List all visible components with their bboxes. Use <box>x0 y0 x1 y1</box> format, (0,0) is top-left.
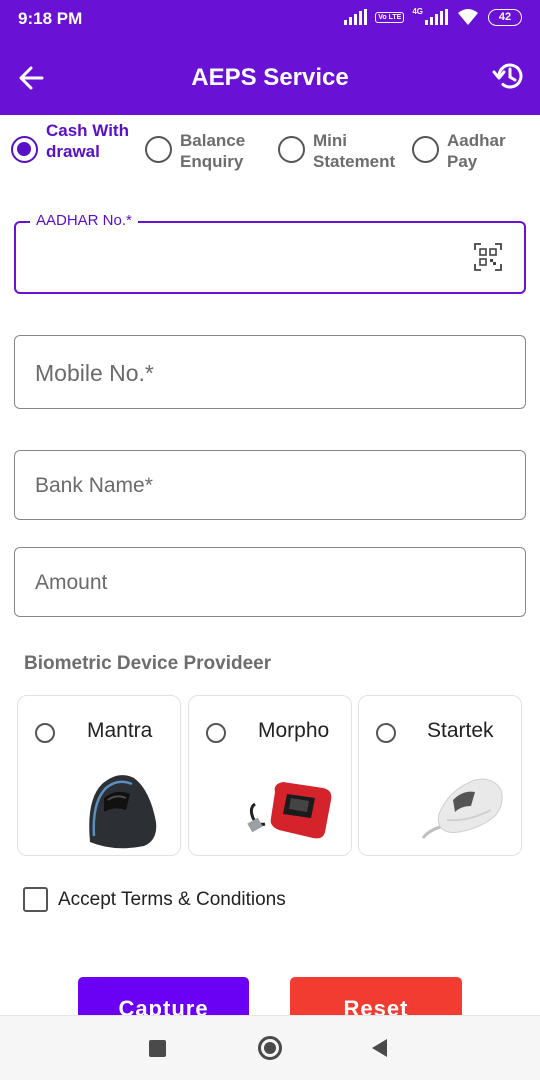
bank-name-placeholder: Bank Name* <box>35 474 153 497</box>
radio-startek[interactable] <box>376 723 396 743</box>
morpho-device-image <box>247 782 332 839</box>
status-icons: Vo LTE 4G 42 <box>344 6 522 26</box>
amount-field[interactable]: Amount <box>14 547 526 617</box>
radio-aadhar-pay[interactable] <box>412 136 439 163</box>
terms-label: Accept Terms & Conditions <box>58 888 286 910</box>
device-card-morpho[interactable]: Morpho <box>188 695 352 856</box>
device-name: Mantra <box>87 719 153 742</box>
mantra-device-image <box>89 775 157 849</box>
aadhar-label: AADHAR No.* <box>30 212 138 229</box>
battery-icon: 42 <box>488 8 522 26</box>
bank-name-field[interactable]: Bank Name* <box>14 450 526 520</box>
service-label: Balance Enquiry <box>180 131 246 171</box>
volte-icon: Vo LTE <box>375 11 405 23</box>
history-icon <box>492 63 523 89</box>
device-card-mantra[interactable]: Mantra <box>17 695 181 856</box>
signal-4g-icon <box>425 9 448 25</box>
wifi-icon <box>458 9 478 25</box>
mobile-field[interactable]: Mobile No.* <box>14 335 526 409</box>
terms-row[interactable]: Accept Terms & Conditions <box>23 887 286 912</box>
back-triangle-icon[interactable] <box>372 1039 387 1057</box>
radio-mini-statement[interactable] <box>278 136 305 163</box>
service-label: Mini Statement <box>313 131 396 171</box>
radio-morpho[interactable] <box>206 723 226 743</box>
device-name: Morpho <box>258 719 330 742</box>
mobile-placeholder: Mobile No.* <box>35 360 154 386</box>
radio-mantra[interactable] <box>35 723 55 743</box>
radio-balance-enquiry[interactable] <box>145 136 172 163</box>
aadhar-field[interactable]: AADHAR No.* <box>14 212 526 294</box>
amount-placeholder: Amount <box>35 571 108 594</box>
home-icon[interactable] <box>258 1036 282 1060</box>
signal-icon <box>344 9 368 25</box>
service-type-group: Cash Withdrawal Balance Enquiry Mini Sta… <box>0 120 540 186</box>
service-balance-enquiry[interactable]: Balance Enquiry <box>145 120 245 172</box>
radio-cash-withdrawal[interactable] <box>11 136 38 163</box>
app-bar: AEPS Service <box>0 38 540 115</box>
recents-icon[interactable] <box>149 1040 166 1057</box>
terms-checkbox[interactable] <box>23 887 48 912</box>
status-bar: 9:18 PM Vo LTE 4G 42 <box>0 0 540 38</box>
system-nav-bar <box>0 1015 540 1080</box>
service-label: Cash Withdrawal <box>46 121 129 161</box>
history-button[interactable] <box>490 56 530 96</box>
service-mini-statement[interactable]: Mini Statement <box>278 120 395 172</box>
device-card-startek[interactable]: Startek <box>358 695 522 856</box>
service-cash-withdrawal[interactable]: Cash Withdrawal <box>11 120 136 163</box>
service-aadhar-pay[interactable]: Aadhar Pay <box>412 120 506 172</box>
service-label: Aadhar Pay <box>447 131 506 171</box>
startek-device-image <box>421 778 503 839</box>
page-title: AEPS Service <box>191 64 349 91</box>
device-name: Startek <box>427 719 494 742</box>
status-time: 9:18 PM <box>18 9 83 28</box>
qr-scan-icon[interactable] <box>474 243 502 271</box>
network-type: 4G <box>412 6 423 16</box>
biometric-section-title: Biometric Device Provideer <box>24 653 272 674</box>
